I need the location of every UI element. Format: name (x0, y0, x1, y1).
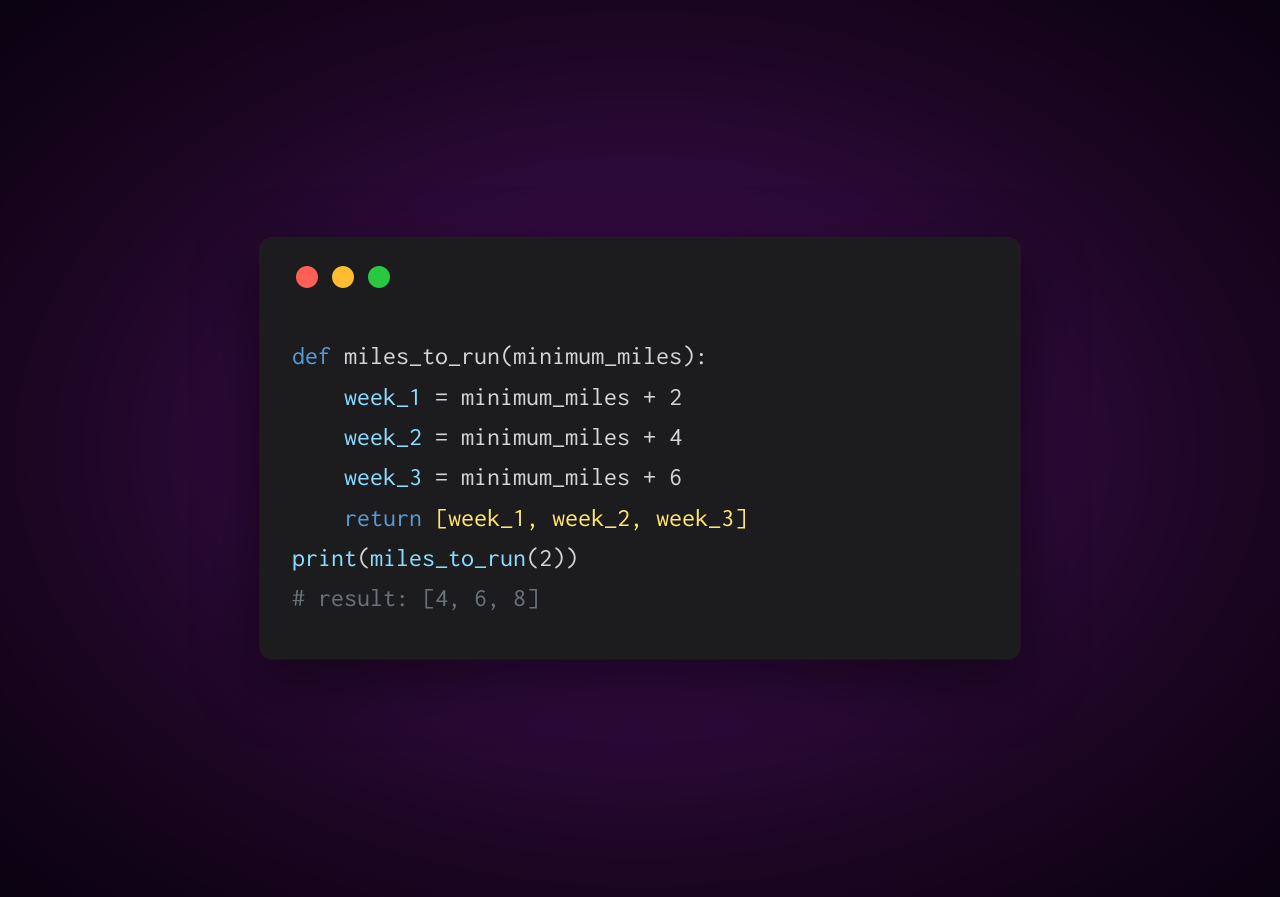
variable-week2: week_2 (344, 423, 422, 450)
code-line-3: week_2 = minimum_miles + 4 (292, 417, 988, 457)
code-line-7: # result: [4, 6, 8] (292, 578, 988, 618)
code-line-6: print(miles_to_run(2)) (292, 538, 988, 578)
variable-week3: week_3 (344, 463, 422, 490)
keyword-def: def (292, 342, 331, 369)
traffic-lights (296, 266, 988, 288)
function-call: miles_to_run (370, 544, 526, 571)
code-window: def miles_to_run(minimum_miles): week_1 … (260, 238, 1020, 658)
maximize-icon[interactable] (368, 266, 390, 288)
code-line-1: def miles_to_run(minimum_miles): (292, 336, 988, 376)
parameter: minimum_miles (513, 342, 682, 369)
variable-week1: week_1 (344, 383, 422, 410)
print-call: print (292, 544, 357, 571)
code-line-2: week_1 = minimum_miles + 2 (292, 377, 988, 417)
minimize-icon[interactable] (332, 266, 354, 288)
keyword-return: return (344, 504, 422, 531)
close-icon[interactable] (296, 266, 318, 288)
code-line-4: week_3 = minimum_miles + 6 (292, 457, 988, 497)
code-content: def miles_to_run(minimum_miles): week_1 … (292, 336, 988, 618)
comment-result: # result: [4, 6, 8] (292, 584, 539, 611)
code-line-5: return [week_1, week_2, week_3] (292, 498, 988, 538)
function-name: miles_to_run (344, 342, 500, 369)
